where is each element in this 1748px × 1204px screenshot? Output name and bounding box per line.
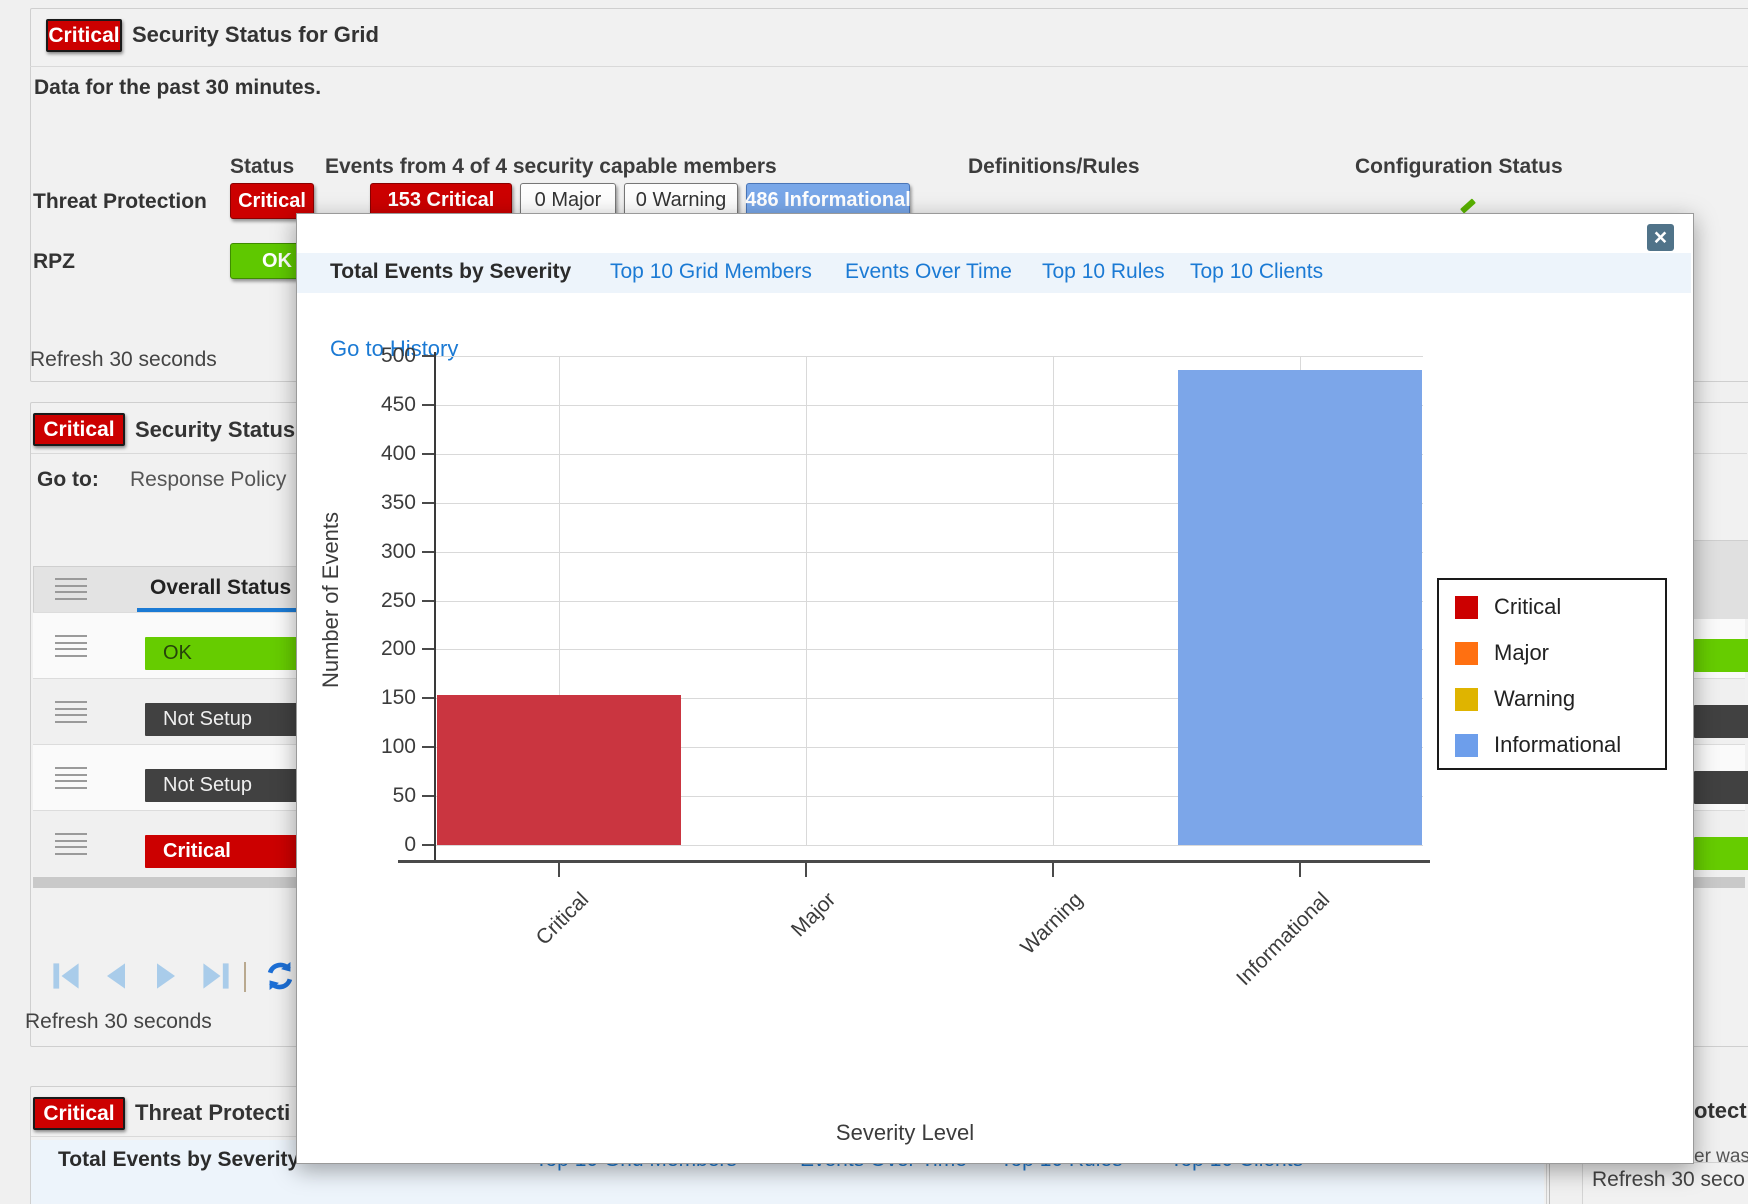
column-header-3: Configuration Status [1355, 155, 1563, 179]
row-label-threat-protection: Threat Protection [33, 190, 207, 214]
y-tick [422, 795, 434, 797]
next-page-button[interactable] [148, 958, 184, 994]
y-tick [422, 453, 434, 455]
x-tick [805, 862, 807, 877]
threat-panel-severity-badge: Critical [33, 1097, 125, 1130]
legend-swatch [1455, 688, 1478, 711]
modal-tab-2[interactable]: Top 10 Rules [1042, 260, 1165, 284]
y-tick [422, 551, 434, 553]
y-tick [422, 844, 434, 846]
legend-label: Major [1494, 640, 1549, 666]
row-drag-handle[interactable] [55, 635, 87, 657]
x-tick [558, 862, 560, 877]
row-label-rpz: RPZ [33, 250, 75, 274]
y-tick-label: 100 [356, 735, 416, 759]
y-tick-label: 450 [356, 393, 416, 417]
row-drag-handle[interactable] [55, 701, 87, 723]
y-tick-label: 150 [356, 686, 416, 710]
y-tick-label: 200 [356, 637, 416, 661]
bar-informational[interactable] [1178, 370, 1422, 845]
column-header-0: Status [230, 155, 294, 179]
grid-panel-title: Security Status for Grid [132, 22, 379, 48]
row-drag-handle[interactable] [55, 767, 87, 789]
column-header-1: Events from 4 of 4 security capable memb… [325, 155, 777, 179]
goto-response-policy-link[interactable]: Response Policy [130, 468, 286, 492]
status-panel-refresh-note: Refresh 30 seconds [25, 1010, 212, 1034]
right-status-badge-fragment [1694, 639, 1748, 672]
modal-tab-0[interactable]: Top 10 Grid Members [610, 260, 812, 284]
gridline [1053, 356, 1054, 845]
right-panel-refresh-fragment: Refresh 30 seco [1592, 1168, 1745, 1192]
y-tick-label: 500 [356, 344, 416, 368]
first-page-button[interactable] [48, 958, 84, 994]
y-tick [422, 648, 434, 650]
y-tick-label: 300 [356, 540, 416, 564]
right-status-badge-fragment [1694, 771, 1748, 804]
x-tick [1299, 862, 1301, 877]
legend-label: Critical [1494, 594, 1561, 620]
y-tick [422, 697, 434, 699]
last-page-button[interactable] [198, 958, 234, 994]
legend-item-informational: Informational [1455, 732, 1621, 758]
divider [30, 66, 1748, 67]
right-panel-title-fragment: otecti [1694, 1098, 1748, 1124]
modal-close-button[interactable]: × [1647, 224, 1674, 251]
y-tick [422, 746, 434, 748]
gridline [435, 845, 1423, 846]
row-drag-handle[interactable] [55, 833, 87, 855]
right-status-badge-fragment [1694, 837, 1748, 870]
x-axis-line [398, 860, 1430, 863]
y-tick-label: 50 [356, 784, 416, 808]
grid-panel-severity-badge: Critical [46, 19, 122, 52]
grid-panel-subtitle: Data for the past 30 minutes. [34, 76, 321, 100]
column-header-2: Definitions/Rules [968, 155, 1140, 179]
y-tick [422, 502, 434, 504]
status-panel-title: Security Status [135, 417, 295, 443]
legend-swatch [1455, 596, 1478, 619]
legend-item-major: Major [1455, 640, 1549, 666]
modal-tab-total-events[interactable]: Total Events by Severity [330, 260, 571, 284]
table-header-menu-icon[interactable] [55, 578, 87, 600]
chart-ylabel: Number of Events [318, 490, 348, 710]
legend-label: Informational [1494, 732, 1621, 758]
y-tick-label: 250 [356, 589, 416, 613]
legend-swatch [1455, 734, 1478, 757]
right-panel-divider [1549, 1162, 1550, 1204]
goto-label: Go to: [37, 468, 99, 492]
legend-swatch [1455, 642, 1478, 665]
y-tick-label: 0 [356, 833, 416, 857]
status-panel-severity-badge: Critical [33, 413, 125, 446]
chart-legend: Critical Major Warning Informational [1437, 578, 1667, 770]
gridline [435, 356, 1423, 357]
previous-page-button[interactable] [98, 958, 134, 994]
y-tick-label: 350 [356, 491, 416, 515]
right-table-header-fragment [1694, 540, 1748, 619]
bar-critical[interactable] [437, 695, 681, 845]
grid-panel-refresh-note: Refresh 30 seconds [30, 348, 217, 372]
y-tick-label: 400 [356, 442, 416, 466]
modal-tab-1[interactable]: Events Over Time [845, 260, 1012, 284]
table-header-overall-status[interactable]: Overall Status [150, 576, 291, 600]
legend-label: Warning [1494, 686, 1575, 712]
gridline [806, 356, 807, 845]
y-tick [422, 600, 434, 602]
x-tick [1052, 862, 1054, 877]
chart-xlabel: Severity Level [795, 1120, 1015, 1150]
threat-panel-title: Threat Protecti [135, 1100, 290, 1126]
security-dashboard: Critical Security Status for Grid Data f… [0, 0, 1748, 1204]
legend-item-critical: Critical [1455, 594, 1561, 620]
y-tick [422, 404, 434, 406]
refresh-button[interactable] [262, 958, 298, 994]
y-tick [422, 355, 434, 357]
modal-tab-3[interactable]: Top 10 Clients [1190, 260, 1323, 284]
legend-item-warning: Warning [1455, 686, 1575, 712]
pagination-separator [244, 962, 246, 992]
right-status-badge-fragment [1694, 705, 1748, 738]
threat-tab-total-events[interactable]: Total Events by Severity [58, 1148, 299, 1172]
y-axis-line [434, 352, 436, 862]
